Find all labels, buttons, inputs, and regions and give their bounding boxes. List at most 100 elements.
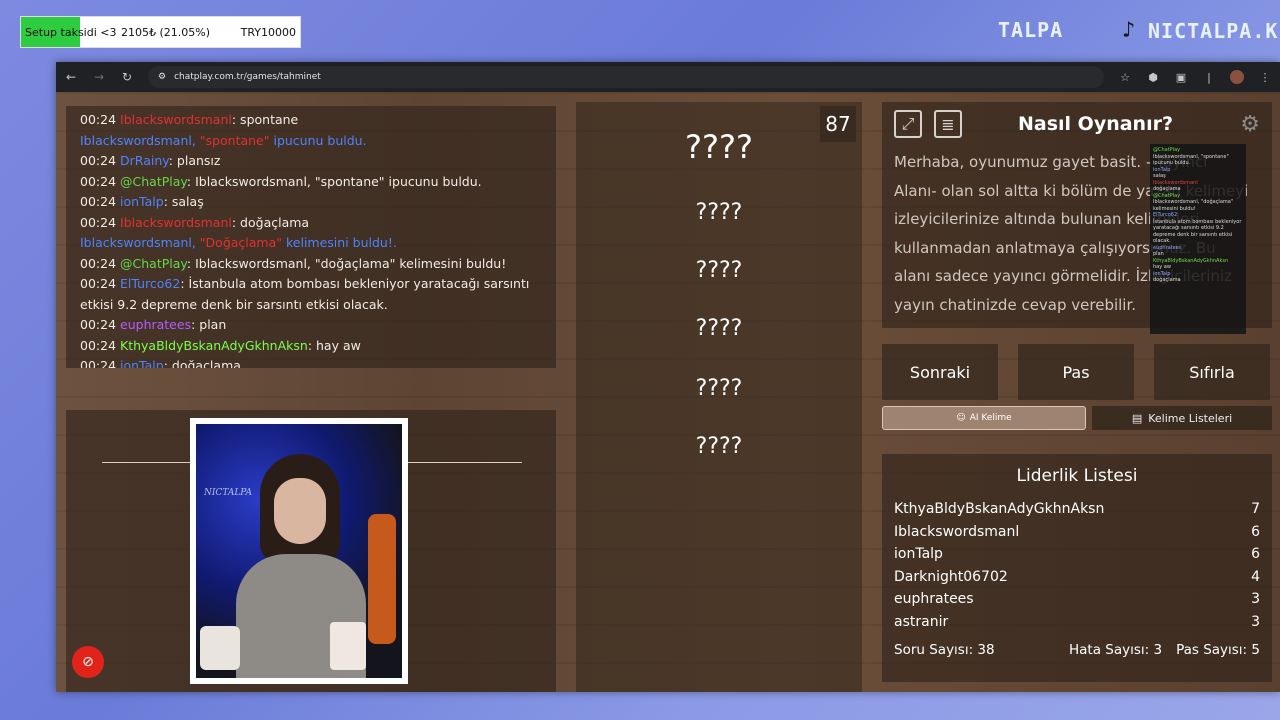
message-time: 00:24	[80, 255, 117, 271]
profile-avatar[interactable]	[1230, 70, 1244, 84]
browser-window: ← → ↻ ⚙ chatplay.com.tr/games/tahminet ☆…	[56, 62, 1280, 692]
leaderboard-row: euphratees 3	[894, 588, 1260, 611]
message-time: 00:24	[80, 276, 117, 291]
message-username[interactable]: ionTalp	[120, 358, 164, 368]
chat-message: 00:24 ElTurco62: İstanbula atom bombası …	[80, 274, 542, 315]
brand-text-right: NICTALPA.KIC	[1148, 19, 1280, 43]
player-name: astranir	[894, 613, 949, 630]
message-text: : spontane	[231, 112, 299, 127]
message-text: : plansız	[168, 153, 221, 168]
leaderboard-list[interactable]: KthyaBldyBskanAdyGkhnAksn 7 Iblackswordsma…	[894, 498, 1260, 634]
chat-message: 00:24 @ChatPlay: Iblackswordsmanl, "doğa…	[80, 254, 542, 275]
leaderboard-row: astranir 3	[894, 611, 1260, 634]
chat-message: 00:24 Iblackswordsmanl: spontane	[80, 110, 542, 131]
error-count: Hata Sayısı: 3	[1068, 642, 1163, 658]
chat-message: 00:24 @ChatPlay: Iblackswordsmanl, "spon…	[80, 172, 542, 193]
forward-icon[interactable]: →	[92, 70, 106, 84]
message-text: : salaş	[163, 194, 204, 209]
ai-word-label: AI Kelime	[969, 413, 1012, 423]
word-column: 87 ???? ???? ???? ???? ???? ????	[576, 102, 862, 692]
goal-target: TRY10000	[240, 25, 296, 39]
reload-icon[interactable]: ↻	[120, 70, 134, 84]
chat-message: 00:24 ionTalp: doğaçlama	[80, 356, 542, 368]
hint-word-5: ????	[695, 434, 743, 459]
message-time: 00:24	[80, 214, 117, 230]
chat-message: 00:24 DrRainy: plansız	[80, 151, 542, 172]
pass-button[interactable]: Pas	[1018, 344, 1134, 400]
tiktok-icon: ♪	[1122, 18, 1137, 43]
player-name: Iblackswordsmanl	[894, 523, 1020, 540]
found-word: "spontane"	[199, 132, 270, 148]
leaderboard-title: Liderlik Listesi	[1016, 466, 1138, 486]
robot-icon: ☺	[956, 413, 966, 423]
bookmark-star-icon[interactable]: ☆	[1118, 71, 1132, 84]
overlay-chat-line: Iblackswordsmanl, "doğaçlama" kelimesini…	[1153, 199, 1234, 212]
message-username[interactable]: @ChatPlay	[120, 174, 187, 189]
expand-icon[interactable]: ⤢	[894, 110, 922, 138]
list-icon: ▤	[1131, 411, 1143, 425]
player-score: 3	[1251, 591, 1260, 608]
browser-toolbar: ← → ↻ ⚙ chatplay.com.tr/games/tahminet ☆…	[56, 62, 1280, 92]
how-to-title: Nasıl Oynanır?	[1018, 113, 1173, 135]
found-word: "Doğaçlama"	[199, 235, 283, 250]
system-text: ipucunu buldu.	[269, 132, 367, 148]
extension-icon[interactable]: ⬢	[1146, 71, 1160, 84]
chat-message: Iblackswordsmanl, "Doğaçlama" kelimesini…	[80, 233, 542, 254]
chat-message: 00:24 euphratees: plan	[80, 315, 542, 336]
message-username[interactable]: euphratees	[120, 317, 191, 332]
message-username[interactable]: @ChatPlay	[120, 256, 187, 271]
player-name: KthyaBldyBskanAdyGkhnAksn	[894, 501, 1105, 517]
ai-word-tab[interactable]: ☺ AI Kelime	[882, 406, 1086, 430]
chat-message: Iblackswordsmanl, "spontane" ipucunu bul…	[80, 131, 542, 152]
brand-text-left: TALPA	[998, 18, 1064, 42]
address-bar[interactable]: ⚙ chatplay.com.tr/games/tahminet	[148, 66, 1104, 88]
leaderboard-row: Darknight06702 4	[894, 566, 1260, 589]
message-text: : hay aw	[307, 337, 361, 353]
reset-button[interactable]: Sıfırla	[1154, 344, 1270, 400]
chat-panel: 00:24 Iblackswordsmanl: spontane Iblacksw…	[66, 106, 556, 368]
message-username[interactable]: Iblackswordsmanl	[120, 112, 232, 127]
back-icon[interactable]: ←	[64, 70, 78, 84]
gear-icon[interactable]: ⚙	[1240, 112, 1260, 137]
system-text: Iblackswordsmanl,	[80, 132, 200, 148]
player-score: 6	[1251, 523, 1260, 540]
pass-count: Pas Sayısı: 5	[1176, 642, 1260, 658]
player-name: euphratees	[894, 591, 974, 608]
message-username[interactable]: KthyaBldyBskanAdyGkhnAksn	[120, 338, 308, 353]
game-page: 00:24 Iblackswordsmanl: spontane Iblacksw…	[56, 92, 1280, 692]
chat-message: 00:24 Iblackswordsmanl: doğaçlama	[80, 213, 542, 234]
extensions-puzzle-icon[interactable]: ▣	[1174, 71, 1188, 84]
overlay-chat-line: Iblackswordsmanl, "spontane" ipucunu bul…	[1153, 153, 1229, 167]
downloads-icon[interactable]: |	[1202, 71, 1216, 84]
word-lists-label: Kelime Listeleri	[1148, 411, 1233, 425]
hint-word-4: ????	[695, 376, 743, 401]
message-time: 00:24	[80, 112, 117, 127]
message-username[interactable]: DrRainy	[120, 153, 169, 168]
message-text: : doğaçlama	[163, 358, 241, 368]
site-info-icon[interactable]: ⚙	[158, 72, 166, 82]
leaderboard-row: ionTalp 6	[894, 543, 1260, 566]
chat-message: 00:24 KthyaBldyBskanAdyGkhnAksn: hay aw	[80, 336, 542, 357]
overlay-chat-line: doğaçlama	[1153, 277, 1181, 283]
next-button[interactable]: Sonraki	[882, 344, 998, 400]
menu-icon[interactable]: ⋮	[1258, 71, 1272, 84]
message-time: 00:24	[80, 358, 117, 368]
record-icon[interactable]: ⊘	[72, 646, 104, 678]
system-text: kelimesini buldu!.	[282, 235, 397, 250]
overlay-chat-line: İstanbula atom bombası bekleniyor yarata…	[1153, 218, 1242, 245]
leaderboard-row: Iblackswordsmanl 6	[894, 521, 1260, 544]
word-lists-tab[interactable]: ▤ Kelime Listeleri	[1092, 406, 1272, 430]
system-text: Iblackswordsmanl,	[80, 235, 200, 250]
message-username[interactable]: Iblackswordsmanl	[120, 215, 232, 230]
document-icon[interactable]: ≣	[934, 110, 962, 138]
chat-message: 00:24 ionTalp: salaş	[80, 192, 542, 213]
message-time: 00:24	[80, 173, 117, 189]
message-time: 00:24	[80, 153, 117, 168]
main-word: ????	[685, 128, 753, 166]
brand-tiktok: ♪ NICTALPA.KIC	[1122, 18, 1280, 44]
hint-word-3: ????	[695, 316, 743, 341]
message-username[interactable]: ionTalp	[120, 194, 164, 209]
player-score: 6	[1251, 546, 1260, 563]
message-username[interactable]: ElTurco62	[120, 276, 180, 291]
hint-word-1: ????	[695, 200, 743, 225]
